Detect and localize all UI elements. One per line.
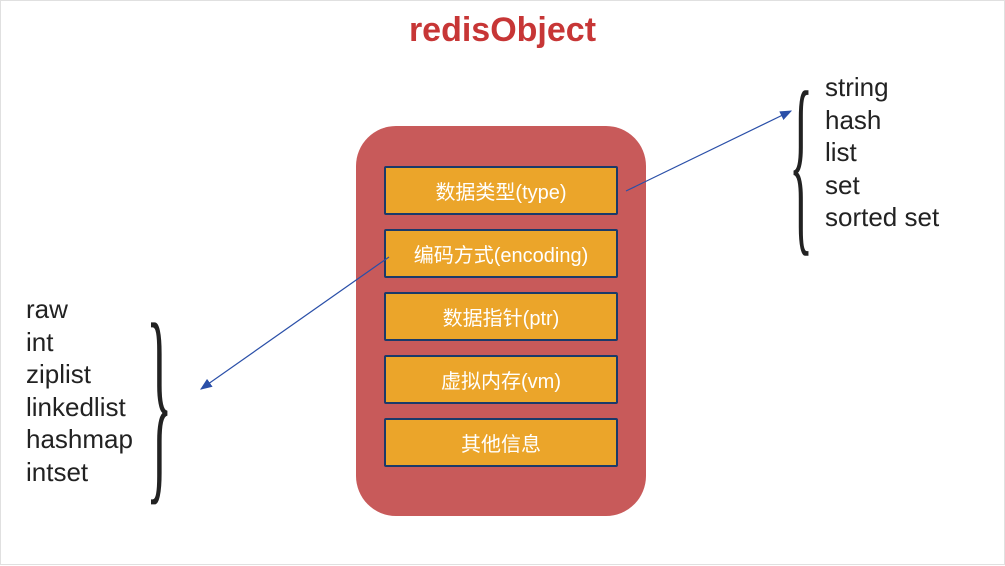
type-item: string bbox=[825, 71, 939, 104]
field-type: 数据类型(type) bbox=[384, 166, 618, 215]
type-item: list bbox=[825, 136, 939, 169]
brace-right-group: { bbox=[789, 63, 813, 263]
encoding-item: int bbox=[26, 326, 133, 359]
encoding-item: ziplist bbox=[26, 358, 133, 391]
encoding-item: hashmap bbox=[26, 423, 133, 456]
encoding-item: intset bbox=[26, 456, 133, 489]
redis-object-box: 数据类型(type) 编码方式(encoding) 数据指针(ptr) 虚拟内存… bbox=[356, 126, 646, 516]
field-encoding: 编码方式(encoding) bbox=[384, 229, 618, 278]
field-vm: 虚拟内存(vm) bbox=[384, 355, 618, 404]
type-item: hash bbox=[825, 104, 939, 137]
diagram-title: redisObject bbox=[1, 11, 1004, 50]
field-ptr: 数据指针(ptr) bbox=[384, 292, 618, 341]
encoding-item: raw bbox=[26, 293, 133, 326]
field-other: 其他信息 bbox=[384, 418, 618, 467]
arrow-type-to-list bbox=[626, 111, 791, 191]
encoding-item: linkedlist bbox=[26, 391, 133, 424]
type-item: set bbox=[825, 169, 939, 202]
type-item: sorted set bbox=[825, 201, 939, 234]
type-list: string hash list set sorted set bbox=[825, 71, 939, 234]
encoding-list: raw int ziplist linkedlist hashmap intse… bbox=[26, 293, 133, 488]
brace-left-group: } bbox=[146, 291, 172, 511]
